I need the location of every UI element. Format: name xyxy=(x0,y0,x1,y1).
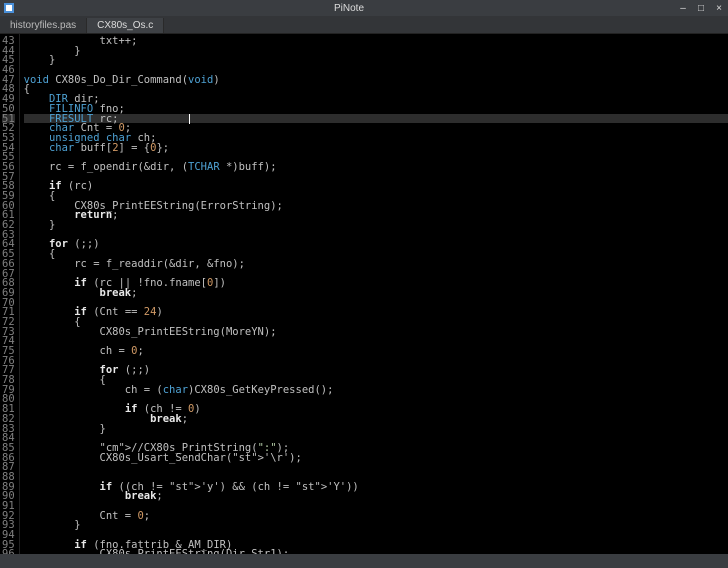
code-line[interactable]: char buff[2] = {0}; xyxy=(24,143,728,153)
code-line[interactable]: CX80s_Usart_SendChar("st">'\r'); xyxy=(24,453,728,463)
code-line[interactable]: FILINFO fno; xyxy=(24,104,728,114)
code-line[interactable] xyxy=(24,462,728,472)
tab-cx80s-os[interactable]: CX80s_Os.c xyxy=(87,18,164,33)
code-line[interactable]: break; xyxy=(24,288,728,298)
close-button[interactable]: × xyxy=(714,3,724,14)
line-number-gutter: 4344454647484950515253545556575859606162… xyxy=(0,34,20,554)
titlebar: PiNote – □ × xyxy=(0,0,728,16)
code-line[interactable]: CX80s_PrintEEString(ErrorString); xyxy=(24,201,728,211)
code-line[interactable]: ch = (char)CX80s_GetKeyPressed(); xyxy=(24,385,728,395)
code-line[interactable]: } xyxy=(24,46,728,56)
code-line[interactable]: void CX80s_Do_Dir_Command(void) xyxy=(24,75,728,85)
code-line[interactable]: CX80s_PrintEEString(Dir_Str1); xyxy=(24,549,728,554)
code-line[interactable] xyxy=(24,172,728,182)
code-line[interactable]: rc = f_opendir(&dir, (TCHAR *)buff); xyxy=(24,162,728,172)
code-line[interactable]: txt++; xyxy=(24,36,728,46)
code-line[interactable]: break; xyxy=(24,414,728,424)
code-line[interactable]: } xyxy=(24,55,728,65)
code-line[interactable]: } xyxy=(24,520,728,530)
code-line[interactable]: CX80s_PrintEEString(MoreYN); xyxy=(24,327,728,337)
code-line[interactable]: rc = f_readdir(&dir, &fno); xyxy=(24,259,728,269)
tab-historyfiles[interactable]: historyfiles.pas xyxy=(0,18,87,33)
code-line[interactable]: for (;;) xyxy=(24,365,728,375)
code-area[interactable]: txt++; } } void CX80s_Do_Dir_Command(void… xyxy=(20,34,728,554)
minimize-button[interactable]: – xyxy=(678,3,688,14)
code-line[interactable]: ch = 0; xyxy=(24,346,728,356)
window-title: PiNote xyxy=(20,3,678,14)
code-line[interactable]: return; xyxy=(24,210,728,220)
code-line[interactable]: for (;;) xyxy=(24,239,728,249)
code-editor[interactable]: 4344454647484950515253545556575859606162… xyxy=(0,34,728,554)
line-number: 96 xyxy=(2,549,15,554)
code-line[interactable]: } xyxy=(24,424,728,434)
code-line[interactable]: if (rc) xyxy=(24,181,728,191)
code-line[interactable]: } xyxy=(24,220,728,230)
code-line[interactable] xyxy=(24,230,728,240)
code-line[interactable]: Cnt = 0; xyxy=(24,511,728,521)
app-icon xyxy=(4,3,14,13)
code-line[interactable]: DIR dir; xyxy=(24,94,728,104)
tabbar: historyfiles.pas CX80s_Os.c xyxy=(0,16,728,34)
statusbar xyxy=(0,554,728,568)
code-line[interactable]: if (Cnt == 24) xyxy=(24,307,728,317)
maximize-button[interactable]: □ xyxy=(696,3,706,14)
code-line[interactable]: { xyxy=(24,84,728,94)
text-cursor xyxy=(189,114,190,124)
code-line[interactable]: break; xyxy=(24,491,728,501)
